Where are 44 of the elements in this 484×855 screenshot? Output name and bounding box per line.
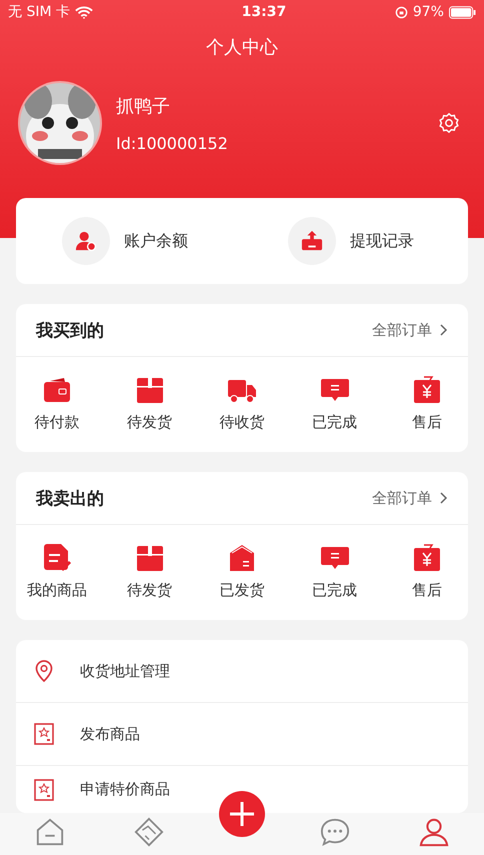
order-status-button[interactable]: 已完成 — [304, 375, 366, 432]
star-card-icon — [34, 723, 54, 745]
status-time: 13:37 — [240, 4, 286, 20]
section-title: 我买到的 — [36, 320, 104, 342]
rotation-lock-icon — [394, 6, 408, 18]
order-status-button[interactable]: 待发货 — [118, 375, 180, 432]
add-button[interactable] — [218, 791, 265, 837]
wallet-icon — [42, 375, 72, 405]
box-icon — [134, 375, 164, 405]
yen-box-icon — [412, 543, 442, 573]
settings-icon[interactable] — [438, 112, 460, 134]
battery-icon — [448, 6, 476, 18]
user-coin-icon — [75, 230, 97, 252]
order-status-button[interactable]: 售后 — [396, 375, 458, 432]
menu-item[interactable]: 收货地址管理 — [34, 659, 170, 683]
order-status-button[interactable]: 待收货 — [211, 375, 273, 432]
chevron-icon — [440, 324, 448, 336]
all-orders-link[interactable]: 全部订单 — [372, 320, 448, 340]
page-title: 个人中心 — [205, 36, 279, 59]
open-box-icon — [227, 543, 257, 573]
order-status-button[interactable]: 已完成 — [304, 543, 366, 600]
carrier-text: 无 SIM 卡 — [8, 3, 70, 21]
order-status-button[interactable]: 已发货 — [211, 543, 273, 600]
wifi-icon — [75, 6, 93, 18]
star-card-icon — [34, 778, 54, 800]
user-id: Id:100000152 — [116, 134, 229, 152]
menu-item[interactable]: 发布商品 — [34, 723, 140, 745]
order-status-button[interactable]: 售后 — [396, 543, 458, 600]
order-status-button[interactable]: 我的商品 — [26, 543, 88, 600]
order-status-button[interactable]: 待付款 — [26, 375, 88, 432]
menu-item[interactable]: 申请特价商品 — [34, 778, 170, 800]
document-edit-icon — [42, 543, 72, 573]
yen-box-icon — [412, 375, 442, 405]
tray-upload-icon — [301, 230, 323, 252]
username: 抓鸭子 — [116, 94, 171, 118]
battery-percent: 97% — [412, 4, 444, 20]
chevron-icon — [440, 492, 448, 504]
wallet-item[interactable]: 提现记录 — [242, 217, 468, 265]
box-icon — [134, 543, 164, 573]
order-status-button[interactable]: 待发货 — [118, 543, 180, 600]
location-pin-icon — [34, 659, 54, 683]
section-title: 我卖出的 — [36, 488, 104, 510]
wallet-item[interactable]: 账户余额 — [16, 217, 242, 265]
all-orders-link[interactable]: 全部订单 — [372, 488, 448, 508]
